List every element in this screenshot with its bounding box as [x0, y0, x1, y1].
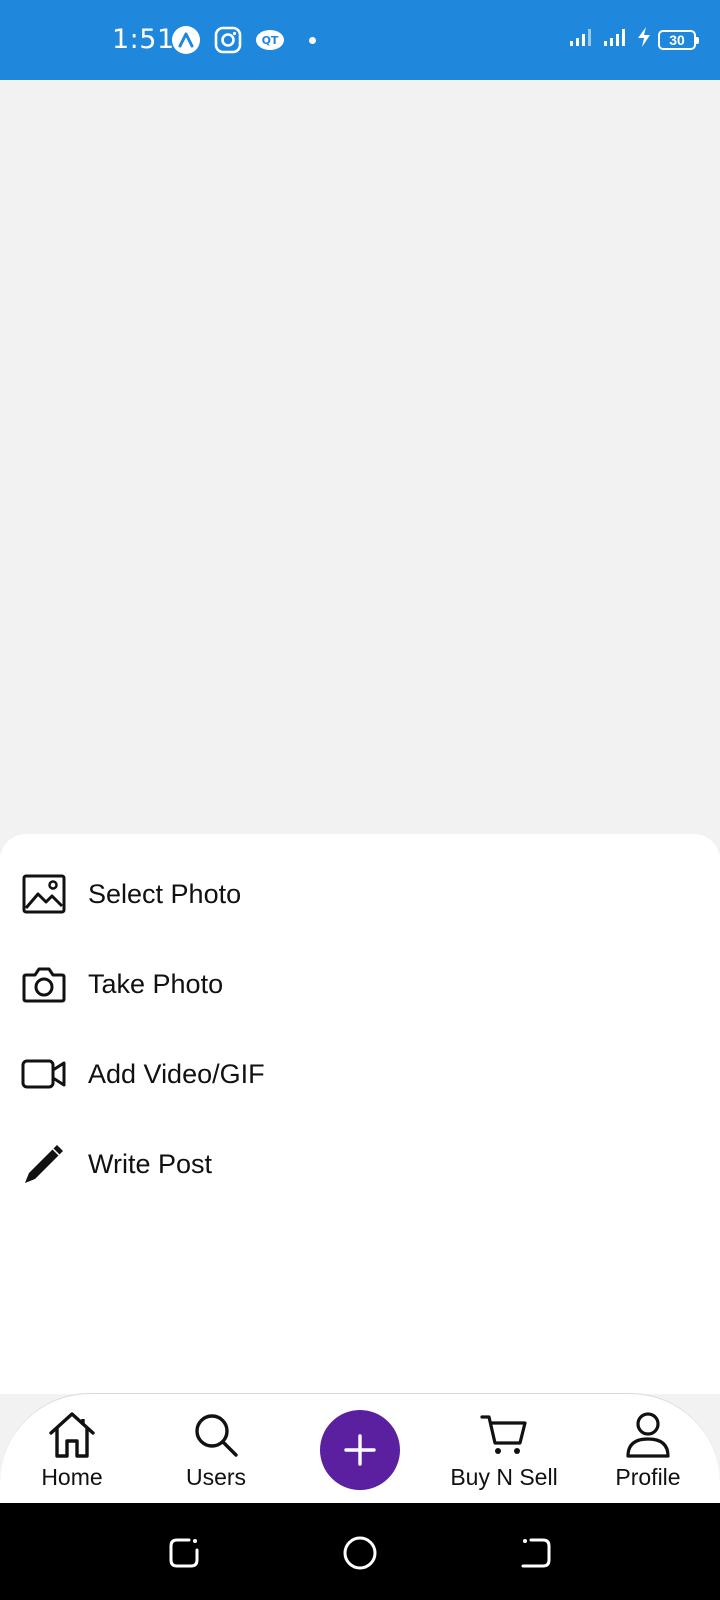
post-options-sheet: Select Photo Take Photo Add Video/GIF Wr…	[0, 834, 720, 1394]
instagram-icon	[213, 25, 243, 55]
camera-icon	[20, 960, 68, 1008]
recents-icon[interactable]	[164, 1533, 204, 1573]
home-icon	[45, 1410, 99, 1460]
create-post-button[interactable]	[320, 1410, 400, 1490]
nav-buy-n-sell[interactable]: Buy N Sell	[444, 1394, 564, 1504]
nav-buy-n-sell-label: Buy N Sell	[450, 1464, 558, 1490]
status-time: 1:51	[112, 24, 175, 55]
bottom-navigation: Home Users Buy N Sell Profile	[0, 1393, 720, 1503]
nav-users-label: Users	[185, 1464, 247, 1490]
take-photo-option[interactable]: Take Photo	[0, 938, 720, 1030]
write-post-label: Write Post	[88, 1148, 213, 1179]
app-a-icon	[171, 25, 201, 55]
signal-2-icon	[602, 27, 630, 52]
home-circle-icon[interactable]	[340, 1533, 380, 1573]
signal-1-icon	[568, 27, 596, 52]
select-photo-option[interactable]: Select Photo	[0, 848, 720, 940]
status-bar: 1:51 QT 30	[0, 0, 720, 80]
status-notification-icons: QT	[171, 25, 316, 55]
svg-text:QT: QT	[262, 34, 279, 47]
battery-icon: 30	[658, 29, 699, 50]
qt-icon: QT	[255, 25, 285, 55]
content-area	[0, 80, 720, 834]
nav-home[interactable]: Home	[12, 1394, 132, 1504]
write-post-option[interactable]: Write Post	[0, 1118, 720, 1210]
add-video-option[interactable]: Add Video/GIF	[0, 1028, 720, 1120]
take-photo-label: Take Photo	[88, 968, 224, 999]
pencil-icon	[20, 1140, 68, 1188]
nav-home-label: Home	[41, 1464, 103, 1490]
select-photo-label: Select Photo	[88, 878, 242, 909]
back-icon[interactable]	[516, 1533, 556, 1573]
nav-users[interactable]: Users	[156, 1394, 276, 1504]
search-icon	[189, 1410, 243, 1460]
user-icon	[621, 1410, 675, 1460]
add-video-label: Add Video/GIF	[88, 1058, 265, 1089]
nav-profile[interactable]: Profile	[588, 1394, 708, 1504]
plus-icon	[344, 1434, 376, 1466]
status-system-icons: 30	[568, 26, 699, 53]
nav-profile-label: Profile	[615, 1464, 681, 1490]
image-icon	[20, 870, 68, 918]
system-navigation-bar	[0, 1503, 720, 1600]
cart-icon	[477, 1410, 531, 1460]
charging-icon	[636, 26, 652, 53]
more-notifications-dot-icon	[309, 36, 316, 44]
video-icon	[20, 1050, 68, 1098]
